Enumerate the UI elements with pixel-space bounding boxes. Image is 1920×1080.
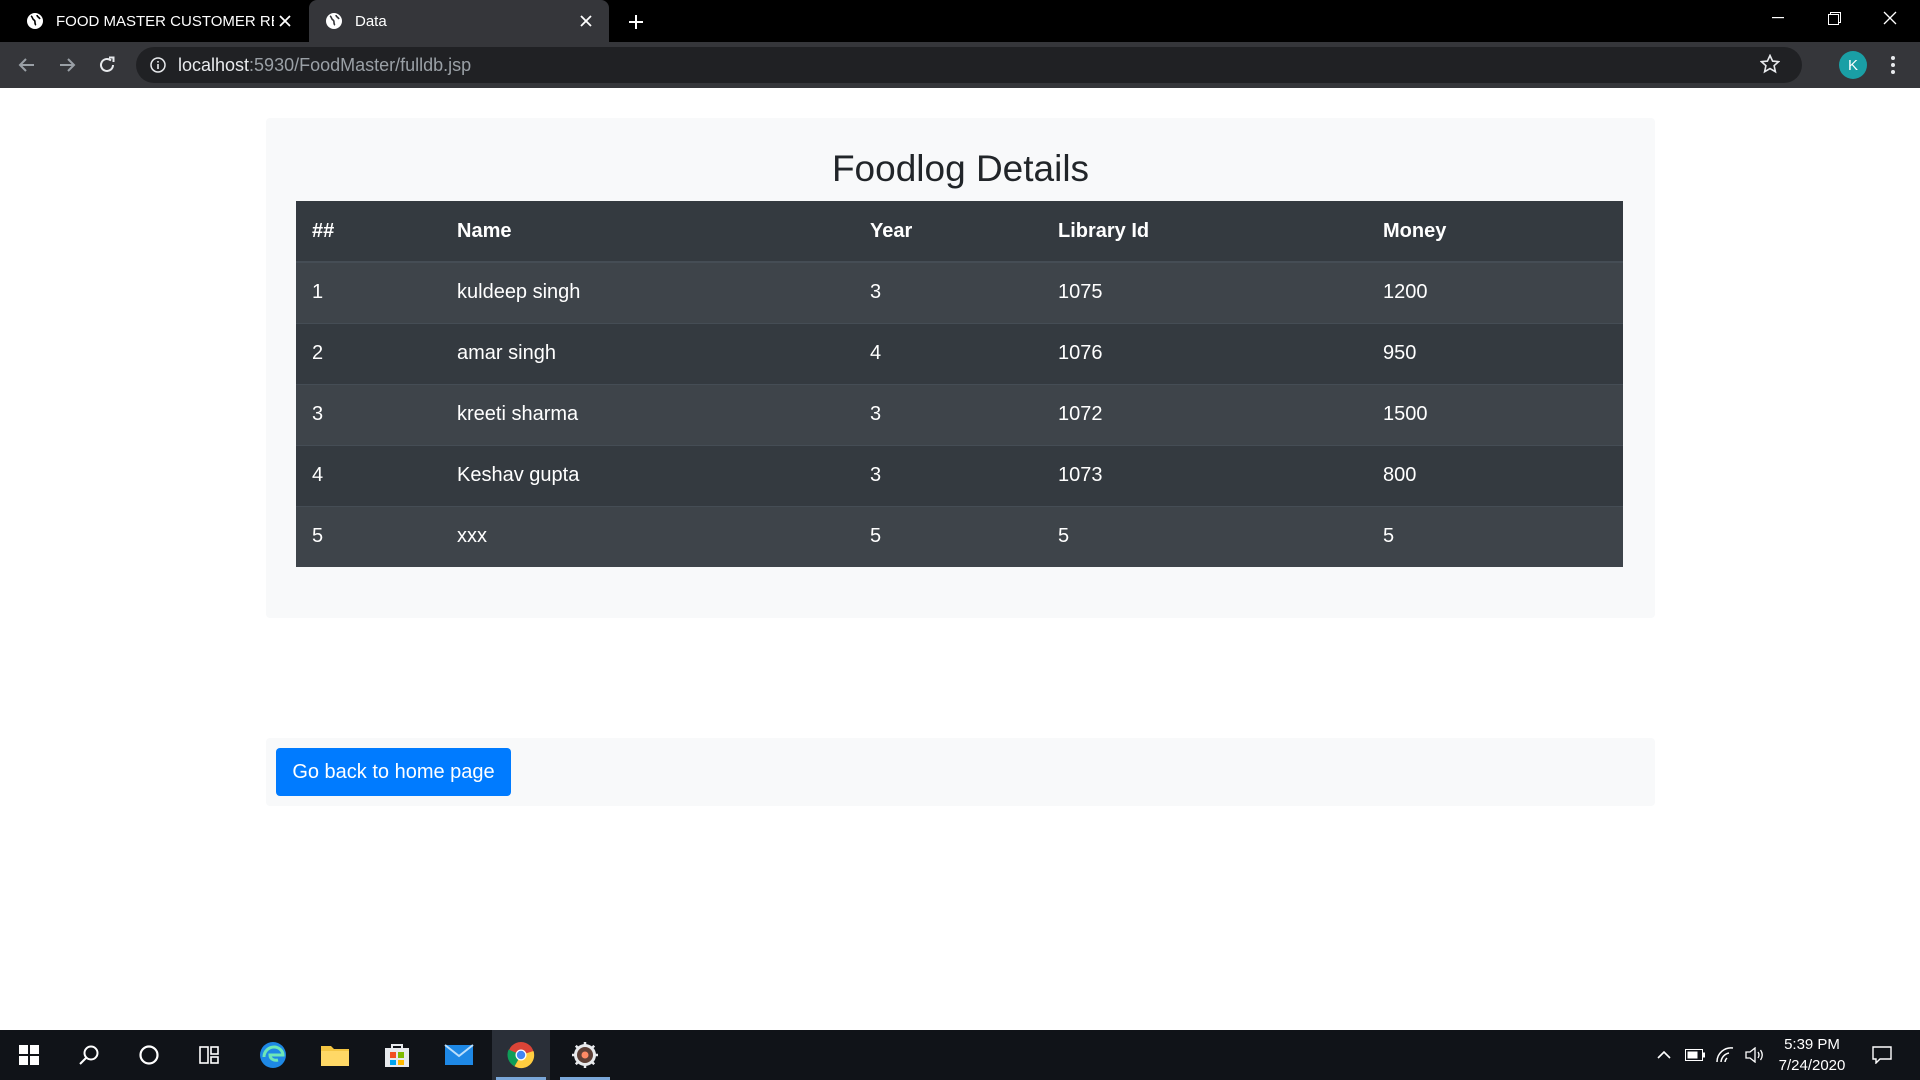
table-cell: 3 <box>854 261 1042 323</box>
table-cell: 5 <box>1042 505 1367 567</box>
table-cell: 1 <box>296 261 441 323</box>
table-cell: 1200 <box>1367 261 1623 323</box>
chrome-taskbar-icon[interactable] <box>492 1030 550 1080</box>
table-row: 5 xxx 5 5 5 <box>296 505 1623 567</box>
microsoft-store-icon[interactable] <box>368 1030 426 1080</box>
browser-tab-2[interactable]: Data <box>309 0 609 42</box>
table-cell: 1500 <box>1367 383 1623 445</box>
url-path: :5930/FoodMaster/fulldb.jsp <box>249 54 472 75</box>
search-icon[interactable] <box>60 1030 118 1080</box>
globe-icon <box>325 12 343 30</box>
profile-avatar[interactable]: K <box>1839 51 1867 79</box>
table-cell: kreeti sharma <box>441 383 854 445</box>
table-row: 3 kreeti sharma 3 1072 1500 <box>296 383 1623 445</box>
globe-icon <box>26 12 44 30</box>
new-tab-plus-icon[interactable] <box>622 8 650 36</box>
back-arrow-icon[interactable] <box>12 50 42 80</box>
address-bar[interactable]: localhost:5930/FoodMaster/fulldb.jsp <box>136 47 1802 83</box>
column-header: Library Id <box>1042 201 1367 263</box>
table-row: 2 amar singh 4 1076 950 <box>296 322 1623 384</box>
reload-icon[interactable] <box>92 50 122 80</box>
page-title: Foodlog Details <box>831 148 1090 189</box>
column-header: ## <box>296 201 441 263</box>
table-cell: amar singh <box>441 322 854 384</box>
minimize-icon[interactable] <box>1750 0 1806 36</box>
restore-icon[interactable] <box>1806 0 1862 36</box>
clock-time: 5:39 PM <box>1784 1036 1840 1053</box>
task-view-icon[interactable] <box>180 1030 238 1080</box>
table-cell: 4 <box>854 322 1042 384</box>
table-cell: 5 <box>1367 505 1623 567</box>
info-icon[interactable] <box>148 55 168 75</box>
browser-toolbar: localhost:5930/FoodMaster/fulldb.jsp K <box>0 42 1920 88</box>
system-clock[interactable]: 5:39 PM 7/24/2020 <box>1770 1034 1854 1076</box>
table-cell: 800 <box>1367 444 1623 506</box>
home-button-card: Go back to home page <box>266 738 1655 806</box>
table-cell: 5 <box>296 505 441 567</box>
table-cell: 1073 <box>1042 444 1367 506</box>
table-header-row: ## Name Year Library Id Money <box>296 201 1623 263</box>
forward-arrow-icon[interactable] <box>52 50 82 80</box>
table-cell: Keshav gupta <box>441 444 854 506</box>
table-cell: 3 <box>854 444 1042 506</box>
table-cell: 5 <box>854 505 1042 567</box>
bookmark-star-icon[interactable] <box>1759 53 1782 76</box>
close-tab-icon[interactable] <box>575 10 597 32</box>
wifi-icon[interactable] <box>1712 1030 1738 1080</box>
browser-tab-1[interactable]: FOOD MASTER CUSTOMER RECO <box>0 0 308 42</box>
table-cell: kuldeep singh <box>441 261 854 323</box>
windows-start-icon[interactable] <box>0 1030 58 1080</box>
column-header: Year <box>854 201 1042 263</box>
table-cell: 1075 <box>1042 261 1367 323</box>
battery-icon[interactable] <box>1682 1030 1708 1080</box>
clock-date: 7/24/2020 <box>1778 1057 1846 1074</box>
cortana-icon[interactable] <box>120 1030 178 1080</box>
url-text: localhost:5930/FoodMaster/fulldb.jsp <box>178 55 471 76</box>
chevron-up-icon[interactable] <box>1652 1030 1676 1080</box>
tab-title: FOOD MASTER CUSTOMER RECO <box>56 12 274 30</box>
table-cell: 3 <box>854 383 1042 445</box>
table-cell: xxx <box>441 505 854 567</box>
table-cell: 1072 <box>1042 383 1367 445</box>
table-row: 4 Keshav gupta 3 1073 800 <box>296 444 1623 506</box>
app-gear-icon[interactable] <box>556 1030 614 1080</box>
table-cell: 2 <box>296 322 441 384</box>
browser-tab-strip: FOOD MASTER CUSTOMER RECO Data <box>0 0 1920 42</box>
file-explorer-icon[interactable] <box>306 1030 364 1080</box>
foodlog-card: Foodlog Details ## Name Year Library Id … <box>266 118 1655 618</box>
table-row: 1 kuldeep singh 3 1075 1200 <box>296 261 1623 323</box>
windows-taskbar: 5:39 PM 7/24/2020 <box>0 1030 1920 1080</box>
url-host: localhost <box>178 54 250 75</box>
column-header: Name <box>441 201 854 263</box>
close-window-icon[interactable] <box>1862 0 1918 36</box>
close-tab-icon[interactable] <box>274 10 296 32</box>
go-back-home-button[interactable]: Go back to home page <box>276 748 511 796</box>
table-cell: 1076 <box>1042 322 1367 384</box>
edge-browser-icon[interactable] <box>244 1030 302 1080</box>
column-header: Money <box>1367 201 1623 263</box>
notification-icon[interactable] <box>1864 1030 1900 1080</box>
table-cell: 3 <box>296 383 441 445</box>
table-cell: 950 <box>1367 322 1623 384</box>
volume-icon[interactable] <box>1742 1030 1768 1080</box>
foodlog-table: ## Name Year Library Id Money 1 kuldeep … <box>296 201 1623 567</box>
table-cell: 4 <box>296 444 441 506</box>
kebab-menu-icon[interactable] <box>1882 50 1904 80</box>
tab-title: Data <box>355 12 387 30</box>
mail-icon[interactable] <box>430 1030 488 1080</box>
